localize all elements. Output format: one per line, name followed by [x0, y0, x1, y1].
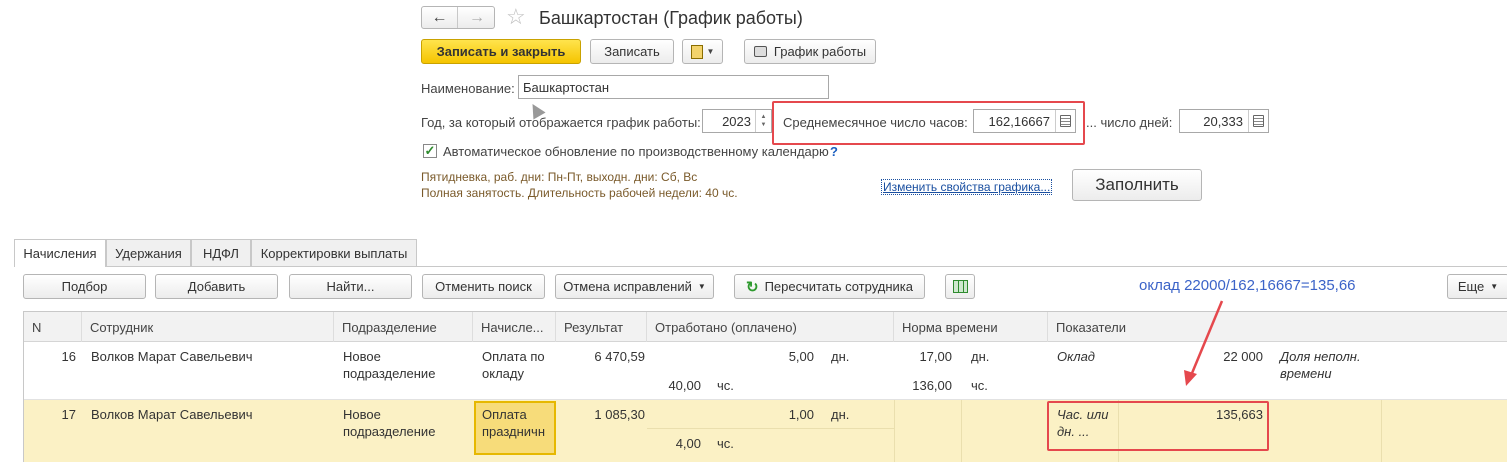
year-label: Год, за который отображается график рабо…	[421, 115, 701, 130]
cancel-search-button[interactable]: Отменить поиск	[422, 274, 545, 299]
chevron-down-icon: ▼	[706, 47, 715, 56]
calculator-icon[interactable]	[1248, 110, 1268, 132]
cell-divider	[894, 400, 895, 462]
tab-panel-border	[14, 266, 1507, 267]
col-header-n[interactable]: N	[24, 312, 82, 342]
recalc-label: Пересчитать сотрудника	[764, 279, 914, 294]
worked-days-unit: дн.	[831, 407, 850, 422]
year-value: 2023	[722, 113, 751, 129]
department-line2: подразделение	[343, 366, 436, 381]
days-field[interactable]: 20,333	[1179, 109, 1269, 133]
tab-ndfl[interactable]: НДФЛ	[191, 239, 251, 266]
days-label: ... число дней:	[1086, 115, 1173, 130]
tab-accruals[interactable]: Начисления	[14, 239, 106, 267]
accrual-line1: Оплата	[482, 407, 527, 422]
result-value: 1 085,30	[594, 407, 645, 422]
year-spinner[interactable]: ▲ ▼	[755, 110, 771, 132]
avg-hours-highlight	[772, 101, 1085, 145]
col-header-employee[interactable]: Сотрудник	[82, 312, 334, 342]
accrual-line2: окладу	[482, 366, 524, 381]
save-button[interactable]: Записать	[590, 39, 674, 64]
page-title: Башкартостан (График работы)	[539, 8, 803, 28]
tab-payment-corrections[interactable]: Корректировки выплаты	[251, 239, 417, 266]
indicator-name: Оклад	[1057, 349, 1095, 364]
worked-days: 1,00	[788, 407, 814, 422]
indicator-extra-line1: Доля неполн.	[1280, 349, 1361, 364]
add-button[interactable]: Добавить	[155, 274, 278, 299]
favorite-star-icon[interactable]: ☆	[506, 4, 526, 30]
row-number: 17	[61, 407, 76, 422]
cancel-fixes-button[interactable]: Отмена исправлений ▼	[555, 274, 714, 299]
worked-hours-unit: чс.	[717, 436, 734, 451]
col-header-department[interactable]: Подразделение	[334, 312, 473, 342]
indicator-extra-line2: времени	[1280, 366, 1332, 381]
more-label: Еще	[1457, 279, 1485, 294]
arrow-left-icon: ←	[431, 8, 448, 26]
schedule-button[interactable]: График работы	[744, 39, 876, 64]
table-add-icon	[952, 280, 968, 293]
refresh-icon: ↻	[745, 278, 759, 296]
forward-button[interactable]: →	[459, 7, 495, 28]
name-label: Наименование:	[421, 81, 515, 96]
table-settings-button[interactable]	[945, 274, 975, 299]
checkmark-icon: ✓	[424, 143, 436, 158]
printer-icon	[753, 46, 767, 57]
arrow-right-icon: →	[469, 8, 485, 26]
cancel-fixes-label: Отмена исправлений	[563, 279, 692, 294]
help-icon[interactable]: ?	[830, 144, 838, 159]
worked-days: 5,00	[788, 349, 814, 364]
change-properties-link[interactable]: Изменить свойства графика...	[881, 179, 1053, 195]
indicator-highlight	[1047, 401, 1269, 451]
worked-hours-unit: чс.	[717, 378, 734, 393]
department-line1: Новое	[343, 407, 381, 422]
fill-button[interactable]: Заполнить	[1072, 169, 1202, 201]
employee-name: Волков Марат Савельевич	[91, 407, 253, 422]
row-number: 16	[61, 349, 76, 364]
auto-update-label: Автоматическое обновление по производств…	[443, 144, 829, 159]
department-line2: подразделение	[343, 424, 436, 439]
result-value: 6 470,59	[594, 349, 645, 364]
nav-buttons: ← →	[421, 6, 495, 29]
cell-divider	[961, 400, 962, 462]
col-header-result[interactable]: Результат	[556, 312, 647, 342]
auto-update-checkbox[interactable]: ✓	[423, 144, 437, 158]
recalc-employee-button[interactable]: ↻ Пересчитать сотрудника	[734, 274, 925, 299]
attach-dropdown-button[interactable]: ▼	[682, 39, 723, 64]
calculation-annotation: оклад 22000/162,16667=135,66	[1139, 277, 1356, 294]
save-close-button[interactable]: Записать и закрыть	[421, 39, 581, 64]
col-header-norm[interactable]: Норма времени	[894, 312, 1048, 342]
find-button[interactable]: Найти...	[289, 274, 412, 299]
schedule-info-line2: Полная занятость. Длительность рабочей н…	[421, 186, 738, 200]
row-subline	[647, 428, 895, 429]
col-header-accrual[interactable]: Начисле...	[473, 312, 556, 342]
back-button[interactable]: ←	[422, 7, 458, 28]
annotation-arrow	[1184, 300, 1224, 386]
norm-days-unit: дн.	[971, 349, 990, 364]
worked-days-unit: дн.	[831, 349, 850, 364]
cell-divider	[1381, 400, 1382, 462]
chevron-down-icon: ▼	[697, 282, 706, 291]
accrual-line1: Оплата по	[482, 349, 545, 364]
accrual-line2: праздничн	[482, 424, 546, 439]
pick-button[interactable]: Подбор	[23, 274, 146, 299]
schedule-info-line1: Пятидневка, раб. дни: Пн-Пт, выходн. дни…	[421, 170, 698, 184]
year-field[interactable]: 2023 ▲ ▼	[702, 109, 772, 133]
employee-name: Волков Марат Савельевич	[91, 349, 253, 364]
worked-hours: 4,00	[675, 436, 701, 451]
norm-days: 17,00	[919, 349, 952, 364]
department-line1: Новое	[343, 349, 381, 364]
more-button[interactable]: Еще ▼	[1447, 274, 1507, 299]
chevron-down-icon: ▼	[1490, 282, 1499, 291]
norm-hours-unit: чс.	[971, 378, 988, 393]
name-field[interactable]: Башкартостан	[518, 75, 829, 99]
document-icon	[690, 44, 703, 59]
col-header-indicators[interactable]: Показатели	[1048, 312, 1507, 342]
tab-deductions[interactable]: Удержания	[106, 239, 191, 266]
days-value: 20,333	[1203, 113, 1243, 129]
col-header-worked[interactable]: Отработано (оплачено)	[647, 312, 894, 342]
norm-hours: 136,00	[912, 378, 952, 393]
schedule-button-label: График работы	[773, 44, 867, 59]
worked-hours: 40,00	[668, 378, 701, 393]
